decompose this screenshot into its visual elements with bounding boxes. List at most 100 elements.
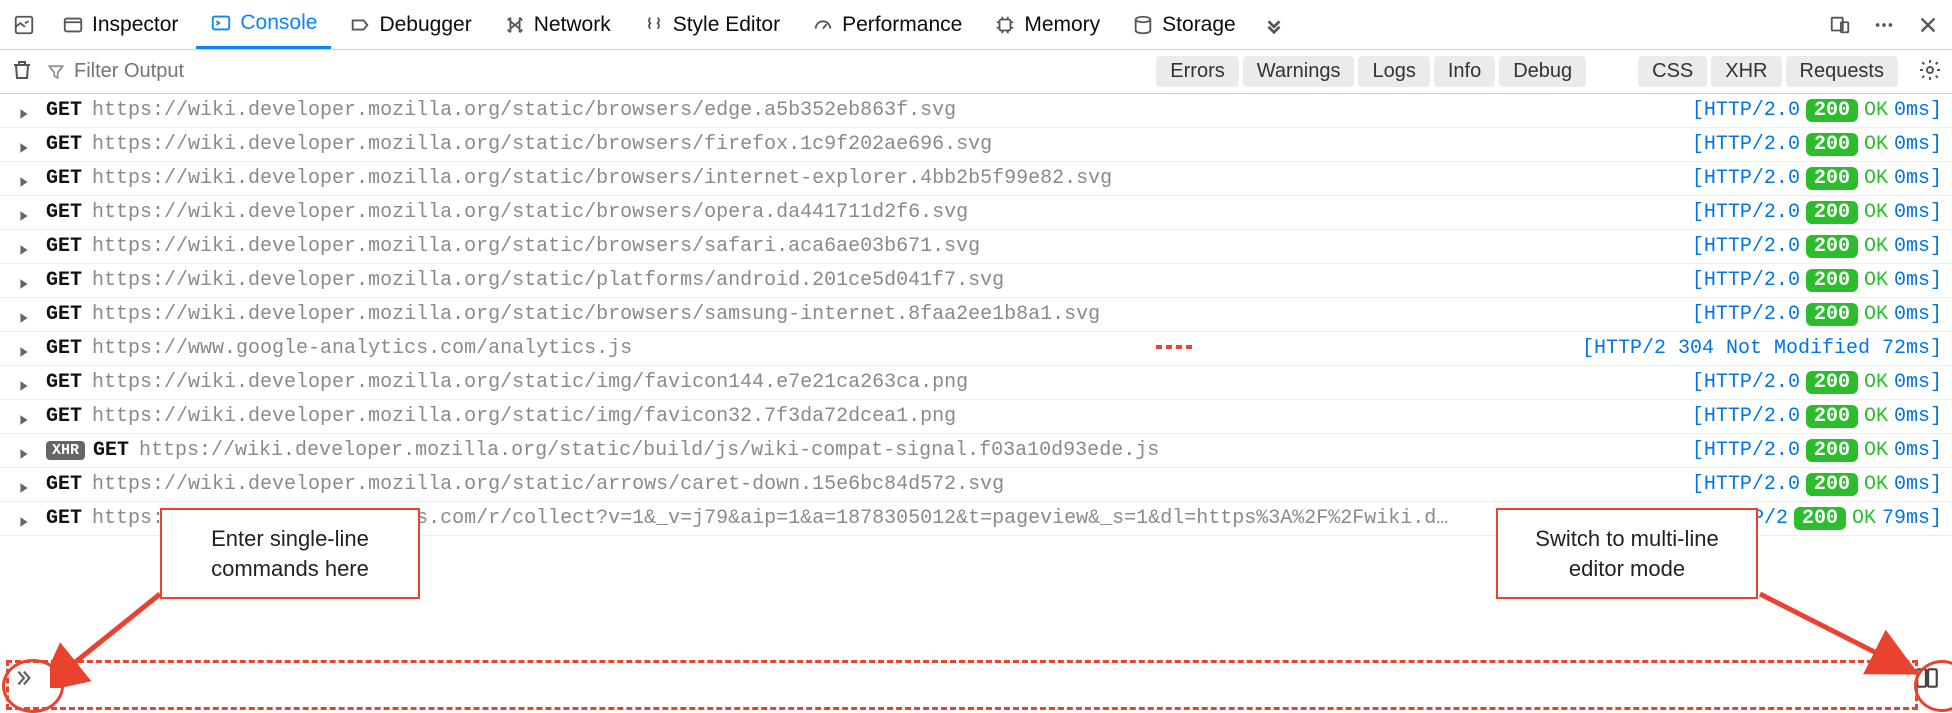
console-log-row[interactable]: GEThttps://wiki.developer.mozilla.org/st… [0, 94, 1952, 128]
disclosure-triangle-icon[interactable] [18, 240, 32, 254]
disclosure-triangle-icon[interactable] [18, 274, 32, 288]
disclosure-triangle-icon[interactable] [18, 342, 32, 356]
console-log-row[interactable]: GEThttps://wiki.developer.mozilla.org/st… [0, 128, 1952, 162]
disclosure-triangle-icon[interactable] [18, 104, 32, 118]
request-url: https://www.google-analytics.com/analyti… [92, 337, 632, 360]
severity-filter-group: Errors Warnings Logs Info Debug [1152, 56, 1586, 87]
overflow-tabs-button[interactable] [1254, 5, 1294, 45]
status-code: 200 [1806, 303, 1858, 326]
meatball-menu-button[interactable] [1864, 5, 1904, 45]
annotation-multi-line: Switch to multi-line editor mode [1496, 508, 1758, 599]
request-method: GET [46, 235, 82, 258]
console-log-row[interactable]: GEThttps://wiki.developer.mozilla.org/st… [0, 196, 1952, 230]
status-code: 200 [1806, 167, 1858, 190]
tab-debugger[interactable]: Debugger [335, 0, 485, 49]
disclosure-triangle-icon[interactable] [18, 308, 32, 322]
request-method: GET [46, 167, 82, 190]
close-devtools-button[interactable] [1908, 5, 1948, 45]
status-text: OK [1864, 133, 1888, 156]
filter-requests[interactable]: Requests [1786, 56, 1899, 87]
response-time: 0ms] [1894, 201, 1942, 224]
console-log-row[interactable]: GEThttps://www.google-analytics.com/anal… [0, 332, 1952, 366]
request-method: GET [93, 439, 129, 462]
tab-console[interactable]: Console [196, 0, 331, 49]
protocol: [HTTP/2.0 [1692, 133, 1800, 156]
status-text: OK [1864, 201, 1888, 224]
tab-performance[interactable]: Performance [798, 0, 976, 49]
request-method: GET [46, 405, 82, 428]
request-url: https://wiki.developer.mozilla.org/stati… [92, 99, 956, 122]
disclosure-triangle-icon[interactable] [18, 376, 32, 390]
tab-inspector[interactable]: Inspector [48, 0, 192, 49]
response-time: 79ms] [1882, 507, 1942, 530]
xhr-badge: XHR [46, 441, 85, 460]
status-code: 200 [1806, 133, 1858, 156]
tab-label: Storage [1162, 13, 1236, 37]
tab-style-editor[interactable]: Style Editor [629, 0, 794, 49]
response-time: 0ms] [1894, 439, 1942, 462]
console-log-row[interactable]: GEThttps://wiki.developer.mozilla.org/st… [0, 264, 1952, 298]
request-url: https://wiki.developer.mozilla.org/stati… [92, 269, 1004, 292]
clear-console-button[interactable] [10, 58, 34, 86]
console-log-row[interactable]: GET https://wiki.developer.mozilla.org/st… [0, 162, 1952, 196]
disclosure-triangle-icon[interactable] [18, 410, 32, 424]
status-text: OK [1864, 269, 1888, 292]
disclosure-triangle-icon[interactable] [18, 138, 32, 152]
tab-network[interactable]: Network [490, 0, 625, 49]
filter-debug[interactable]: Debug [1499, 56, 1586, 87]
request-meta: [HTTP/2.0200OK0ms] [1692, 99, 1942, 122]
request-meta: [HTTP/2.0200OK0ms] [1692, 235, 1942, 258]
filter-xhr[interactable]: XHR [1711, 56, 1781, 87]
tab-label: Performance [842, 13, 962, 37]
tab-label: Style Editor [673, 13, 780, 37]
filter-logs[interactable]: Logs [1358, 56, 1429, 87]
tab-label: Memory [1024, 13, 1100, 37]
console-log-row[interactable]: GEThttps://wiki.developer.mozilla.org/st… [0, 230, 1952, 264]
filter-warnings[interactable]: Warnings [1243, 56, 1355, 87]
console-log-row[interactable]: GEThttps://wiki.developer.mozilla.org/st… [0, 400, 1952, 434]
request-url: https://wiki.developer.mozilla.org/stati… [92, 303, 1100, 326]
disclosure-triangle-icon[interactable] [18, 512, 32, 526]
tab-label: Inspector [92, 13, 178, 37]
response-time: 0ms] [1894, 133, 1942, 156]
annotation-single-line: Enter single-line commands here [160, 508, 420, 599]
request-meta: [HTTP/2.0200OK0ms] [1692, 371, 1942, 394]
request-url: https://wiki.developer.mozilla.org/stati… [92, 167, 1112, 190]
filter-info[interactable]: Info [1434, 56, 1495, 87]
console-log-row[interactable]: GEThttps://wiki.developer.mozilla.org/st… [0, 366, 1952, 400]
filter-errors[interactable]: Errors [1156, 56, 1238, 87]
protocol: [HTTP/2.0 [1692, 439, 1800, 462]
console-settings-button[interactable] [1918, 58, 1942, 86]
iframe-picker-button[interactable] [4, 5, 44, 45]
console-log-row[interactable]: GET https://wiki.developer.mozilla.org/st… [0, 298, 1952, 332]
disclosure-triangle-icon[interactable] [18, 444, 32, 458]
status-text: OK [1852, 507, 1876, 530]
protocol: [HTTP/2.0 [1692, 269, 1800, 292]
request-url: https://wiki.developer.mozilla.org/stati… [139, 439, 1159, 462]
console-input[interactable] [42, 669, 1906, 692]
request-meta: [HTTP/2.0 200 OK 0ms] [1692, 133, 1942, 156]
console-log-row[interactable]: XHR GET https://wiki.developer.mozilla.org… [0, 434, 1952, 468]
console-log-row[interactable]: GEThttps://wiki.developer.mozilla.org/st… [0, 468, 1952, 502]
annotation-arrow-left [50, 588, 170, 688]
request-method: GET [46, 303, 82, 326]
disclosure-triangle-icon[interactable] [18, 206, 32, 220]
response-time: 0ms] [1894, 269, 1942, 292]
console-input-row [0, 656, 1952, 704]
tab-memory[interactable]: Memory [980, 0, 1114, 49]
responsive-mode-button[interactable] [1820, 5, 1860, 45]
protocol: [HTTP/2.0 [1692, 473, 1800, 496]
tab-storage[interactable]: Storage [1118, 0, 1250, 49]
request-method: GET [46, 133, 82, 156]
status-text: OK [1864, 167, 1888, 190]
filter-input[interactable] [74, 60, 1140, 83]
request-meta: [HTTP/2.0200OK0ms] [1692, 303, 1942, 326]
tab-label: Network [534, 13, 611, 37]
disclosure-triangle-icon[interactable] [18, 478, 32, 492]
request-url: https://wiki.developer.mozilla.org/stati… [92, 371, 968, 394]
status-text: OK [1864, 405, 1888, 428]
console-output: GET https://wiki.developer.mozilla.org/st… [0, 94, 1952, 536]
disclosure-triangle-icon[interactable] [18, 172, 32, 186]
filter-css[interactable]: CSS [1638, 56, 1707, 87]
response-time: 0ms] [1894, 167, 1942, 190]
